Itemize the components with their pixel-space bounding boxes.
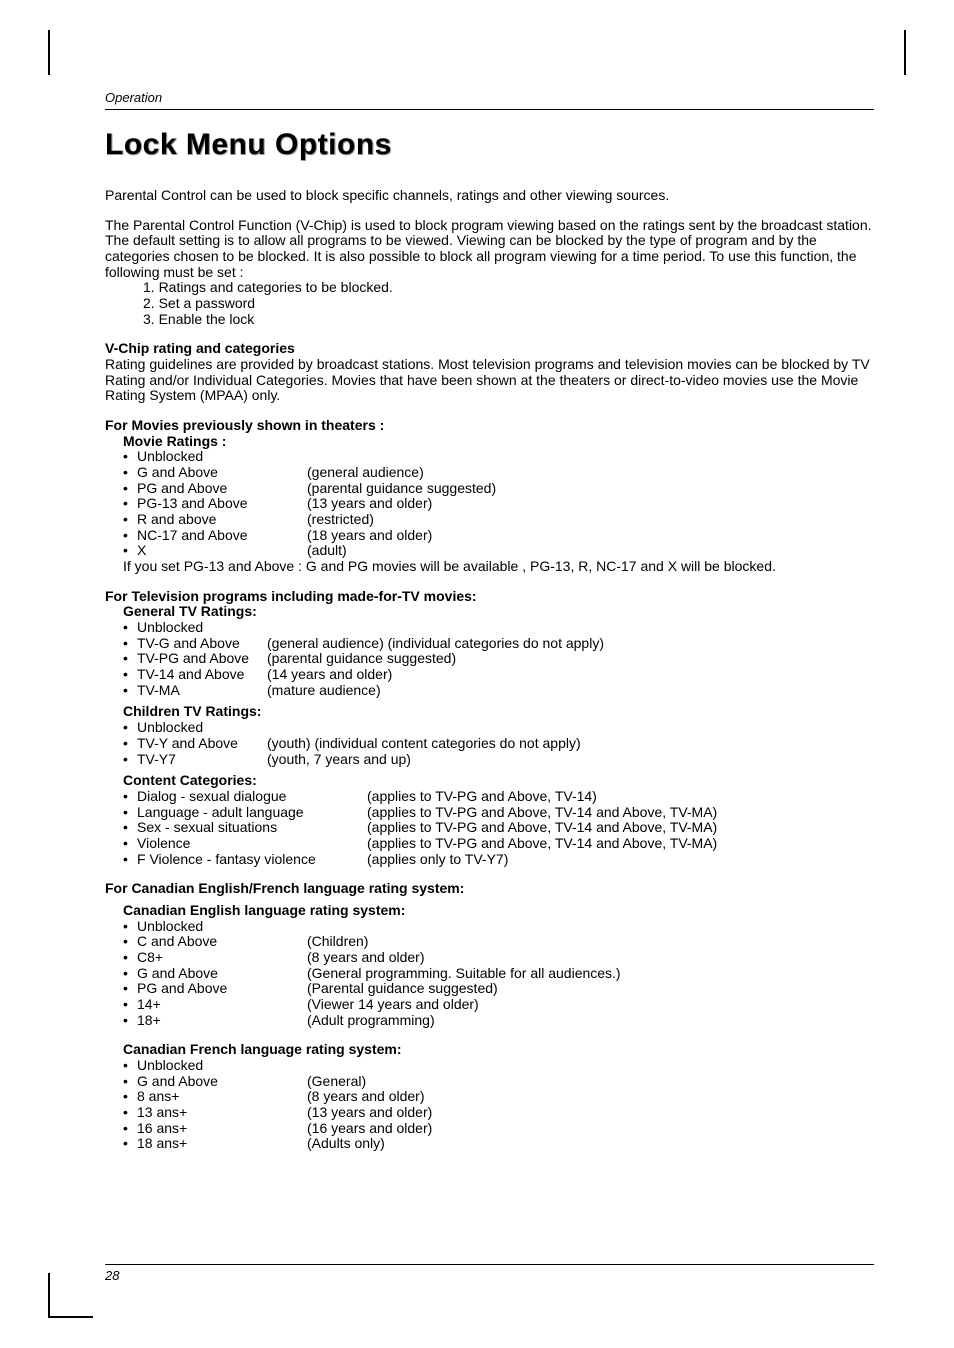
crop-mark	[48, 1273, 50, 1318]
canadian-english-heading: Canadian English language rating system:	[123, 903, 874, 919]
list-item: •G and Above(General programming. Suitab…	[123, 966, 621, 982]
list-item: •13 ans+(13 years and older)	[123, 1105, 432, 1121]
list-item: •TV-Y and Above(youth) (individual conte…	[123, 736, 581, 752]
general-tv-heading: General TV Ratings:	[123, 604, 874, 620]
step-item: 2. Set a password	[105, 296, 874, 312]
subheading-movies: For Movies previously shown in theaters …	[105, 418, 874, 434]
intro-paragraph: Parental Control can be used to block sp…	[105, 188, 874, 204]
crop-mark	[904, 30, 906, 75]
list-item: •TV-PG and Above(parental guidance sugge…	[123, 651, 604, 667]
list-item: •TV-MA(mature audience)	[123, 683, 604, 699]
list-item: •PG-13 and Above(13 years and older)	[123, 496, 496, 512]
list-item: •Unblocked	[123, 449, 496, 465]
list-item: •NC-17 and Above(18 years and older)	[123, 528, 496, 544]
list-item: •TV-14 and Above(14 years and older)	[123, 667, 604, 683]
canadian-french-list: •Unblocked •G and Above(General) •8 ans+…	[123, 1058, 432, 1152]
vchip-paragraph: The Parental Control Function (V-Chip) i…	[105, 218, 874, 281]
list-item: •G and Above(general audience)	[123, 465, 496, 481]
movie-note: If you set PG-13 and Above : G and PG mo…	[123, 559, 874, 575]
list-item: •C8+(8 years and older)	[123, 950, 621, 966]
list-item: •18 ans+(Adults only)	[123, 1136, 432, 1152]
subheading-tv: For Television programs including made-f…	[105, 589, 874, 605]
crop-mark	[48, 1316, 93, 1318]
list-item: •18+(Adult programming)	[123, 1013, 621, 1029]
movie-ratings-list: •Unblocked •G and Above(general audience…	[123, 449, 496, 559]
list-item: •Language - adult language(applies to TV…	[123, 805, 717, 821]
vchip-body: Rating guidelines are provided by broadc…	[105, 357, 874, 404]
list-item: •14+(Viewer 14 years and older)	[123, 997, 621, 1013]
content-categories-heading: Content Categories:	[123, 773, 874, 789]
list-item: •Dialog - sexual dialogue(applies to TV-…	[123, 789, 717, 805]
subheading-canadian: For Canadian English/French language rat…	[105, 881, 874, 897]
body-text: Parental Control can be used to block sp…	[105, 188, 874, 1152]
list-item: •F Violence - fantasy violence(applies o…	[123, 852, 717, 868]
running-head: Operation	[105, 90, 874, 110]
content-categories-list: •Dialog - sexual dialogue(applies to TV-…	[123, 789, 717, 867]
list-item: •Unblocked	[123, 620, 604, 636]
canadian-english-list: •Unblocked •C and Above(Children) •C8+(8…	[123, 919, 621, 1029]
list-item: •8 ans+(8 years and older)	[123, 1089, 432, 1105]
list-item: •16 ans+(16 years and older)	[123, 1121, 432, 1137]
canadian-french-heading: Canadian French language rating system:	[123, 1042, 874, 1058]
list-item: •Unblocked	[123, 1058, 432, 1074]
page-title: Lock Menu Options	[105, 128, 874, 162]
list-item: •Violence(applies to TV-PG and Above, TV…	[123, 836, 717, 852]
list-item: •G and Above(General)	[123, 1074, 432, 1090]
movie-ratings-heading: Movie Ratings :	[123, 434, 874, 450]
list-item: •Unblocked	[123, 919, 621, 935]
list-item: •R and above(restricted)	[123, 512, 496, 528]
subheading-vchip: V-Chip rating and categories	[105, 341, 874, 357]
page-content: Operation Lock Menu Options Parental Con…	[105, 90, 874, 1283]
general-tv-list: •Unblocked •TV-G and Above(general audie…	[123, 620, 604, 698]
children-tv-heading: Children TV Ratings:	[123, 704, 874, 720]
list-item: •PG and Above(Parental guidance suggeste…	[123, 981, 621, 997]
list-item: •C and Above(Children)	[123, 934, 621, 950]
list-item: •PG and Above(parental guidance suggeste…	[123, 481, 496, 497]
list-item: •X(adult)	[123, 543, 496, 559]
step-item: 1. Ratings and categories to be blocked.	[105, 280, 874, 296]
crop-mark	[48, 30, 50, 75]
list-item: •Unblocked	[123, 720, 581, 736]
list-item: •TV-Y7(youth, 7 years and up)	[123, 752, 581, 768]
step-item: 3. Enable the lock	[105, 312, 874, 328]
list-item: •TV-G and Above(general audience) (indiv…	[123, 636, 604, 652]
children-tv-list: •Unblocked •TV-Y and Above(youth) (indiv…	[123, 720, 581, 767]
list-item: •Sex - sexual situations(applies to TV-P…	[123, 820, 717, 836]
page-number: 28	[105, 1264, 874, 1283]
